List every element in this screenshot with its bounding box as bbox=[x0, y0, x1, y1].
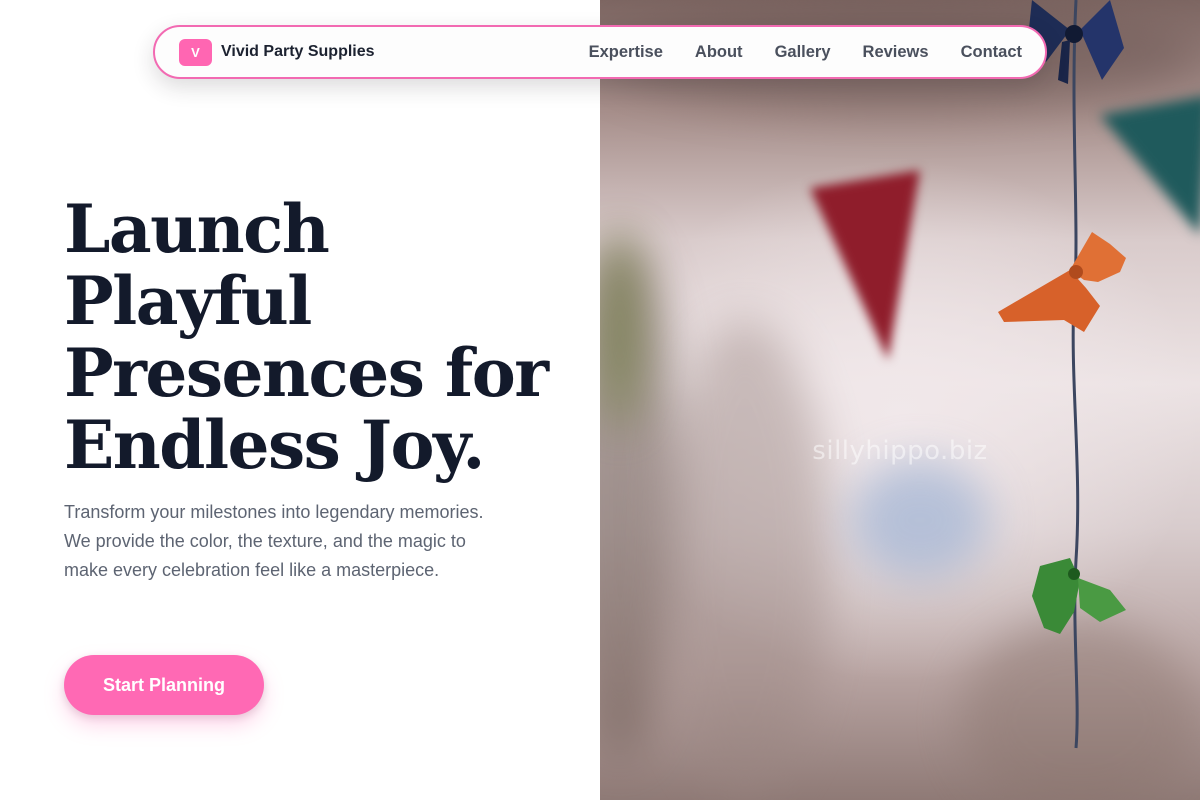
landing-page: sillyhippo.biz V Vivid Party Supplies Ex… bbox=[0, 0, 1200, 800]
nav-link-expertise[interactable]: Expertise bbox=[589, 43, 663, 62]
hero-title-line-1: Launch bbox=[64, 190, 330, 268]
hero-title: Launch Playful Presences for Endless Joy… bbox=[64, 193, 584, 481]
brand-name: Vivid Party Supplies bbox=[221, 43, 375, 60]
hero-subtitle: Transform your milestones into legendary… bbox=[64, 502, 484, 580]
top-navbar: V Vivid Party Supplies Expertise About G… bbox=[153, 25, 1047, 79]
green-bow bbox=[1032, 558, 1126, 634]
hero-photo: sillyhippo.biz bbox=[600, 0, 1200, 800]
hero-title-line-2: Playful bbox=[64, 262, 312, 340]
orange-bow bbox=[998, 232, 1126, 332]
brand-mark-icon: V bbox=[179, 38, 212, 66]
nav-link-gallery[interactable]: Gallery bbox=[775, 43, 831, 62]
nav-link-about[interactable]: About bbox=[695, 43, 743, 62]
hero-title-line-3: Presences for bbox=[64, 334, 549, 412]
hero-title-line-4: Endless Joy. bbox=[64, 406, 485, 484]
nav-link-reviews[interactable]: Reviews bbox=[863, 43, 929, 62]
brand-logo[interactable]: V Vivid Party Supplies bbox=[179, 38, 375, 66]
paper-flower-garland bbox=[998, 0, 1126, 749]
nav-link-contact[interactable]: Contact bbox=[961, 43, 1022, 62]
start-planning-button[interactable]: Start Planning bbox=[64, 655, 264, 715]
nav-links: Expertise About Gallery Reviews Contact bbox=[589, 43, 1022, 62]
watermark-text: sillyhippo.biz bbox=[812, 436, 988, 466]
